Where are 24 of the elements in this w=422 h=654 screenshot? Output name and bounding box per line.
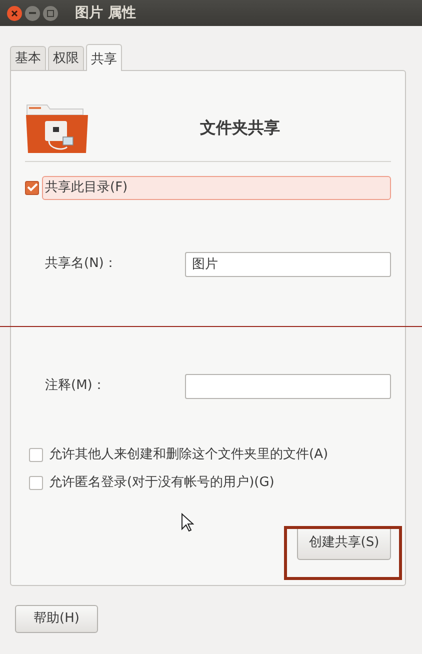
field-label: 共享名(N)： xyxy=(45,255,118,274)
maximize-button[interactable] xyxy=(43,6,58,20)
share-checkbox[interactable] xyxy=(25,180,39,195)
checkbox[interactable] xyxy=(29,476,43,490)
close-icon xyxy=(11,10,18,16)
input-field[interactable] xyxy=(185,374,391,398)
checkbox-label: 允许其他人来创建和删除这个文件夹里的文件(A) xyxy=(49,446,328,464)
close-button[interactable] xyxy=(7,6,22,20)
tab[interactable]: 基本 xyxy=(10,46,46,70)
help-button[interactable]: 帮助(H) xyxy=(15,605,98,633)
minimize-icon xyxy=(29,12,36,14)
window-title: 图片 属性 xyxy=(75,4,136,22)
input-field[interactable]: 图片 xyxy=(185,252,391,276)
checkbox[interactable] xyxy=(29,448,43,462)
minimize-button[interactable] xyxy=(25,6,40,20)
check-icon xyxy=(26,183,38,192)
maximize-icon xyxy=(47,10,54,16)
section-title: 文件夹共享 xyxy=(199,117,281,139)
mouse-cursor-icon xyxy=(181,512,194,532)
tab[interactable]: 共享 xyxy=(86,44,122,71)
checkbox-label: 允许匿名登录(对于没有帐号的用户)(G) xyxy=(49,474,274,492)
field-label: 注释(M)： xyxy=(45,377,106,396)
tab[interactable]: 权限 xyxy=(48,46,84,70)
checkbox-label: 共享此目录(F) xyxy=(42,176,391,200)
